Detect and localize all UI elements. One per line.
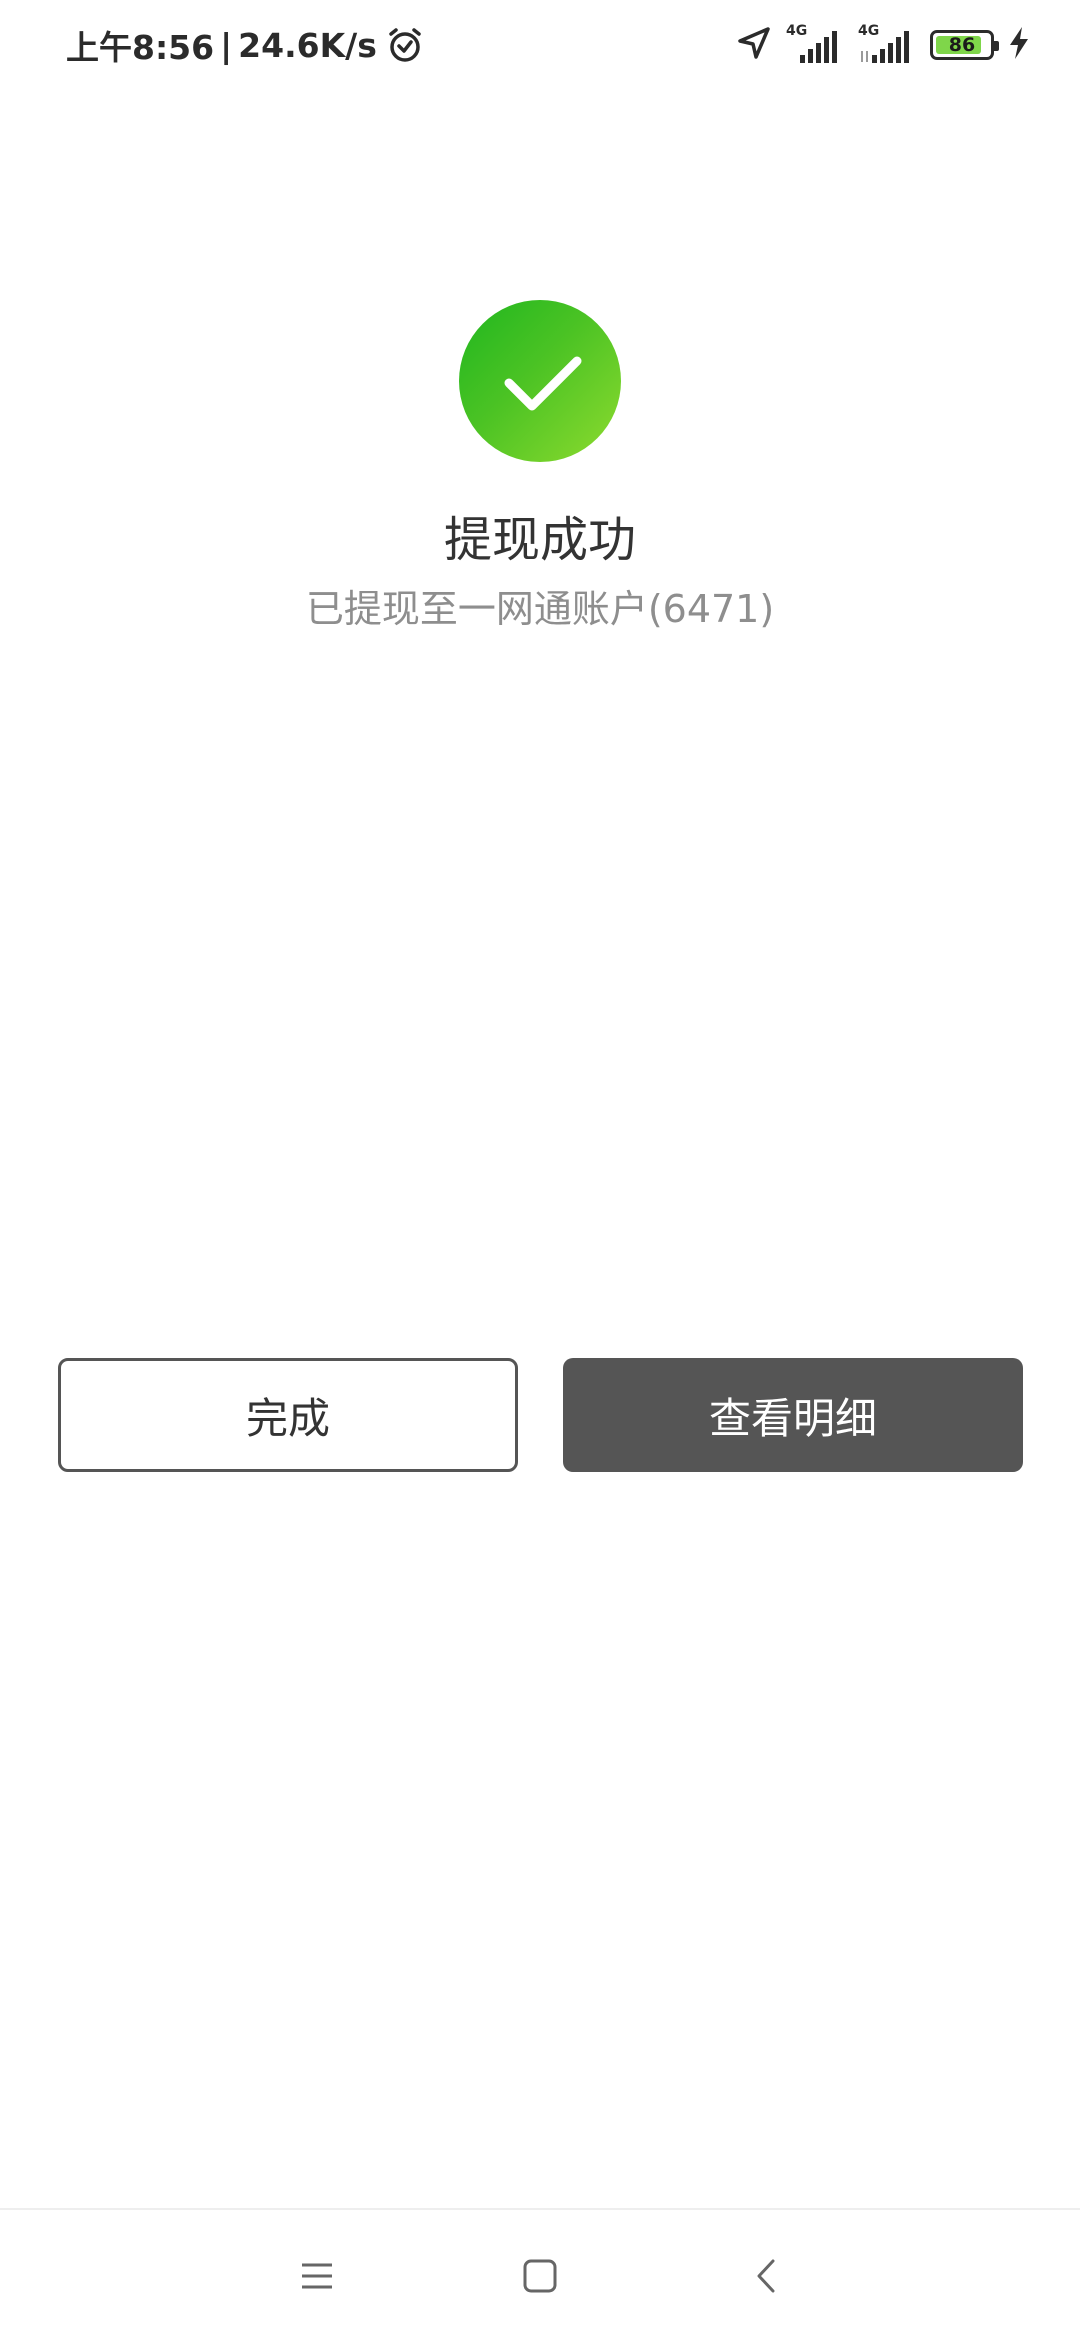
back-icon[interactable] [745,2254,789,2298]
charging-icon [1008,26,1030,64]
navigation-bar [0,2208,1080,2340]
battery-nub [994,41,999,51]
status-bar: 上午8:56 | 24.6K/s 4G 4G 86 [0,0,1080,90]
status-separator: | [220,25,233,65]
location-icon [736,25,772,65]
done-button[interactable]: 完成 [58,1358,518,1472]
status-left: 上午8:56 | 24.6K/s [66,22,425,68]
screen: 上午8:56 | 24.6K/s 4G 4G 86 提现成功 已提现至一网通账户… [0,0,1080,2340]
network-speed: 24.6K/s [238,25,377,65]
battery-level: 86 [948,34,976,56]
status-right: 4G 4G 86 [736,22,1030,68]
battery-icon: 86 [930,30,999,60]
success-check-icon [459,300,621,462]
menu-icon[interactable] [295,2254,339,2298]
alarm-icon [385,25,425,65]
signal-icon: 4G [858,23,916,65]
result-subtitle: 已提现至一网通账户(6471) [305,587,775,631]
signal-icon: 4G [786,23,844,65]
result-title: 提现成功 [443,512,636,568]
view-details-button[interactable]: 查看明细 [563,1358,1023,1472]
home-icon[interactable] [518,2254,562,2298]
status-time: 上午8:56 [66,28,215,67]
